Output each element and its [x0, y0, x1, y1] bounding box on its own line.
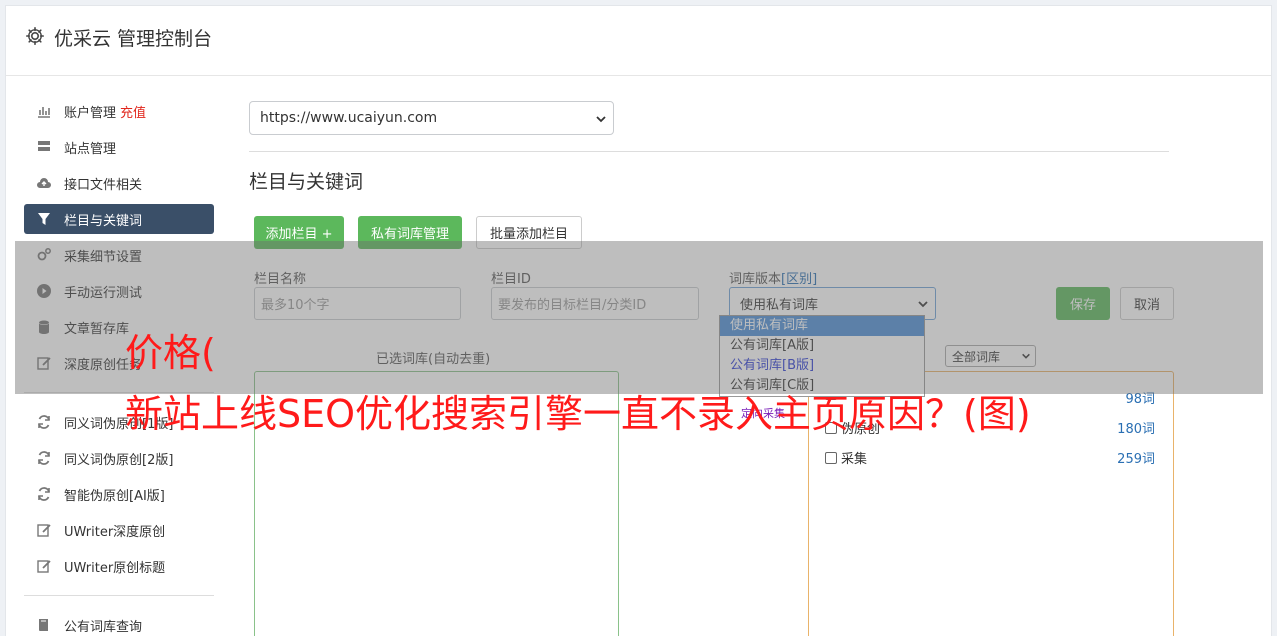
- sidebar-item-label: 公有词库查询: [64, 619, 143, 635]
- sidebar-item[interactable]: 栏目与关键词: [24, 204, 214, 234]
- server-icon: [36, 139, 52, 155]
- library-count: 180词: [1117, 422, 1155, 437]
- sidebar-item[interactable]: 接口文件相关: [24, 168, 214, 198]
- gear-icon: [26, 27, 44, 45]
- sidebar-item-label: UWriter深度原创: [64, 524, 166, 540]
- sidebar-item[interactable]: UWriter原创标题: [24, 551, 214, 581]
- recharge-link[interactable]: 充值: [120, 102, 146, 121]
- sidebar-item[interactable]: 账户管理 充值: [24, 96, 214, 126]
- cloud-upload-icon: [36, 175, 52, 191]
- sidebar-item-label: 接口文件相关: [64, 177, 143, 193]
- checkbox[interactable]: [825, 451, 837, 464]
- console-title: 优采云 管理控制台: [54, 28, 213, 50]
- header: 优采云 管理控制台: [6, 6, 1271, 76]
- filter-icon: [36, 211, 52, 227]
- sidebar-item[interactable]: 同义词伪原创[2版]: [24, 443, 214, 473]
- watermark-line-1: 价格(: [125, 331, 216, 375]
- sidebar-item[interactable]: UWriter深度原创: [24, 515, 214, 545]
- library-name: 采集: [841, 452, 868, 467]
- chevron-down-icon: [596, 116, 606, 123]
- edit-icon: [36, 558, 52, 574]
- sidebar-item-label: 智能伪原创[AI版]: [64, 488, 165, 504]
- bar-chart-icon: [36, 103, 52, 119]
- site-select-value: https://www.ucaiyun.com: [260, 110, 438, 126]
- sidebar-item-label: UWriter原创标题: [64, 560, 166, 576]
- sidebar-item-label: 栏目与关键词: [64, 213, 143, 229]
- library-count: 259词: [1117, 452, 1155, 467]
- sidebar-item-label: 账户管理: [64, 105, 117, 121]
- sidebar-item-label: 站点管理: [64, 141, 117, 157]
- sidebar-item[interactable]: 公有词库查询: [24, 610, 214, 636]
- divider: [249, 151, 1169, 152]
- edit-icon: [36, 522, 52, 538]
- sidebar-item-label: 同义词伪原创[2版]: [64, 452, 174, 468]
- sidebar-item[interactable]: 站点管理: [24, 132, 214, 162]
- refresh-icon: [36, 450, 52, 466]
- library-item[interactable]: 采集: [825, 448, 867, 467]
- site-select[interactable]: https://www.ucaiyun.com: [249, 101, 614, 135]
- watermark-line-2: 新站上线SEO优化搜索引擎一直不录入主页原因？(图): [125, 392, 1031, 436]
- sidebar-item[interactable]: 智能伪原创[AI版]: [24, 479, 214, 509]
- refresh-icon: [36, 414, 52, 430]
- sidebar-divider: [24, 595, 214, 596]
- section-title: 栏目与关键词: [249, 171, 364, 193]
- book-icon: [36, 617, 52, 633]
- refresh-icon: [36, 486, 52, 502]
